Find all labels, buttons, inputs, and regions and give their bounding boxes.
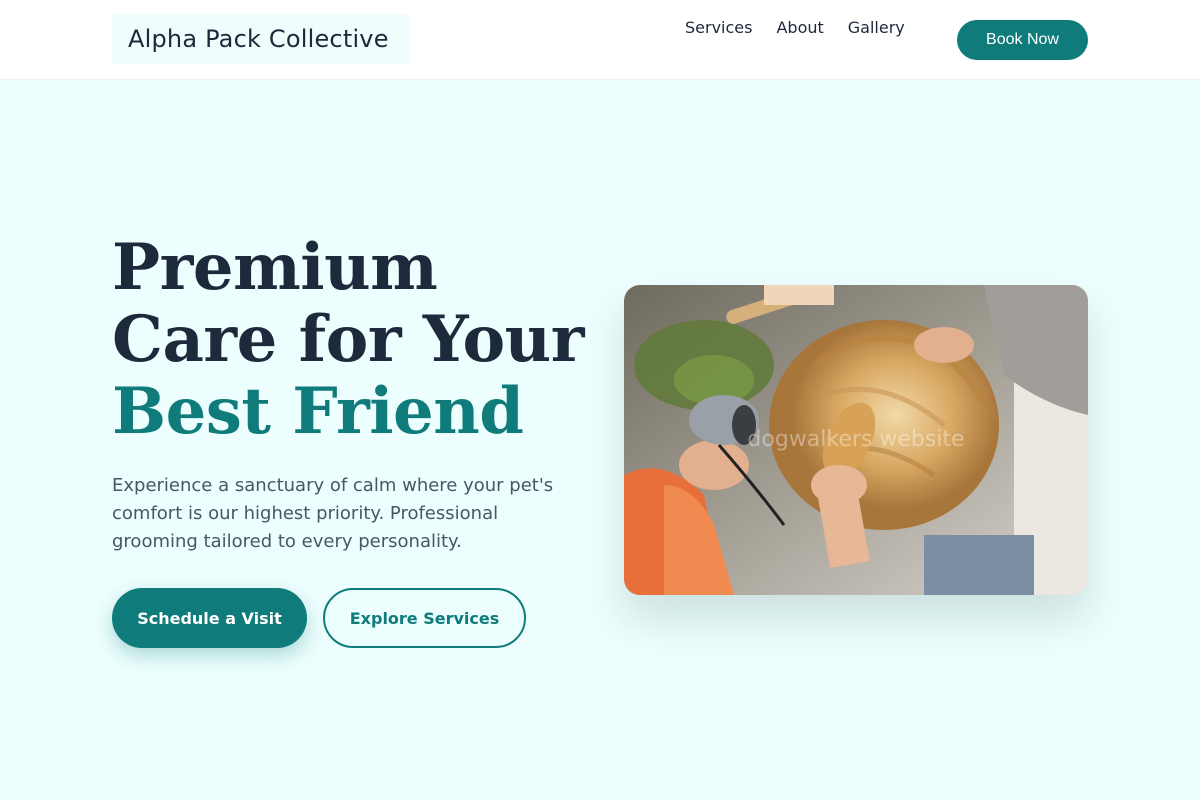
site-logo[interactable]: Alpha Pack Collective	[112, 14, 410, 64]
schedule-visit-button[interactable]: Schedule a Visit	[112, 588, 307, 648]
site-header: Alpha Pack Collective Services About Gal…	[0, 0, 1200, 80]
main-nav: Services About Gallery	[673, 18, 917, 37]
hero-subtitle: Experience a sanctuary of calm where you…	[112, 475, 554, 552]
hero-title-line-2: Care for Your	[112, 302, 584, 377]
nav-link-services[interactable]: Services	[685, 18, 752, 37]
hero-image-dog-grooming: dogwalkers website	[624, 285, 1088, 595]
hero-title: Premium Care for Your Best Friend	[112, 232, 584, 448]
nav-link-about[interactable]: About	[776, 18, 823, 37]
nav-link-gallery[interactable]: Gallery	[848, 18, 905, 37]
hero-title-line-1: Premium	[112, 230, 438, 305]
hero-title-accent: Best Friend	[112, 374, 524, 449]
book-now-button[interactable]: Book Now	[957, 20, 1088, 60]
image-watermark: dogwalkers website	[747, 427, 965, 452]
explore-services-button[interactable]: Explore Services	[323, 588, 526, 648]
